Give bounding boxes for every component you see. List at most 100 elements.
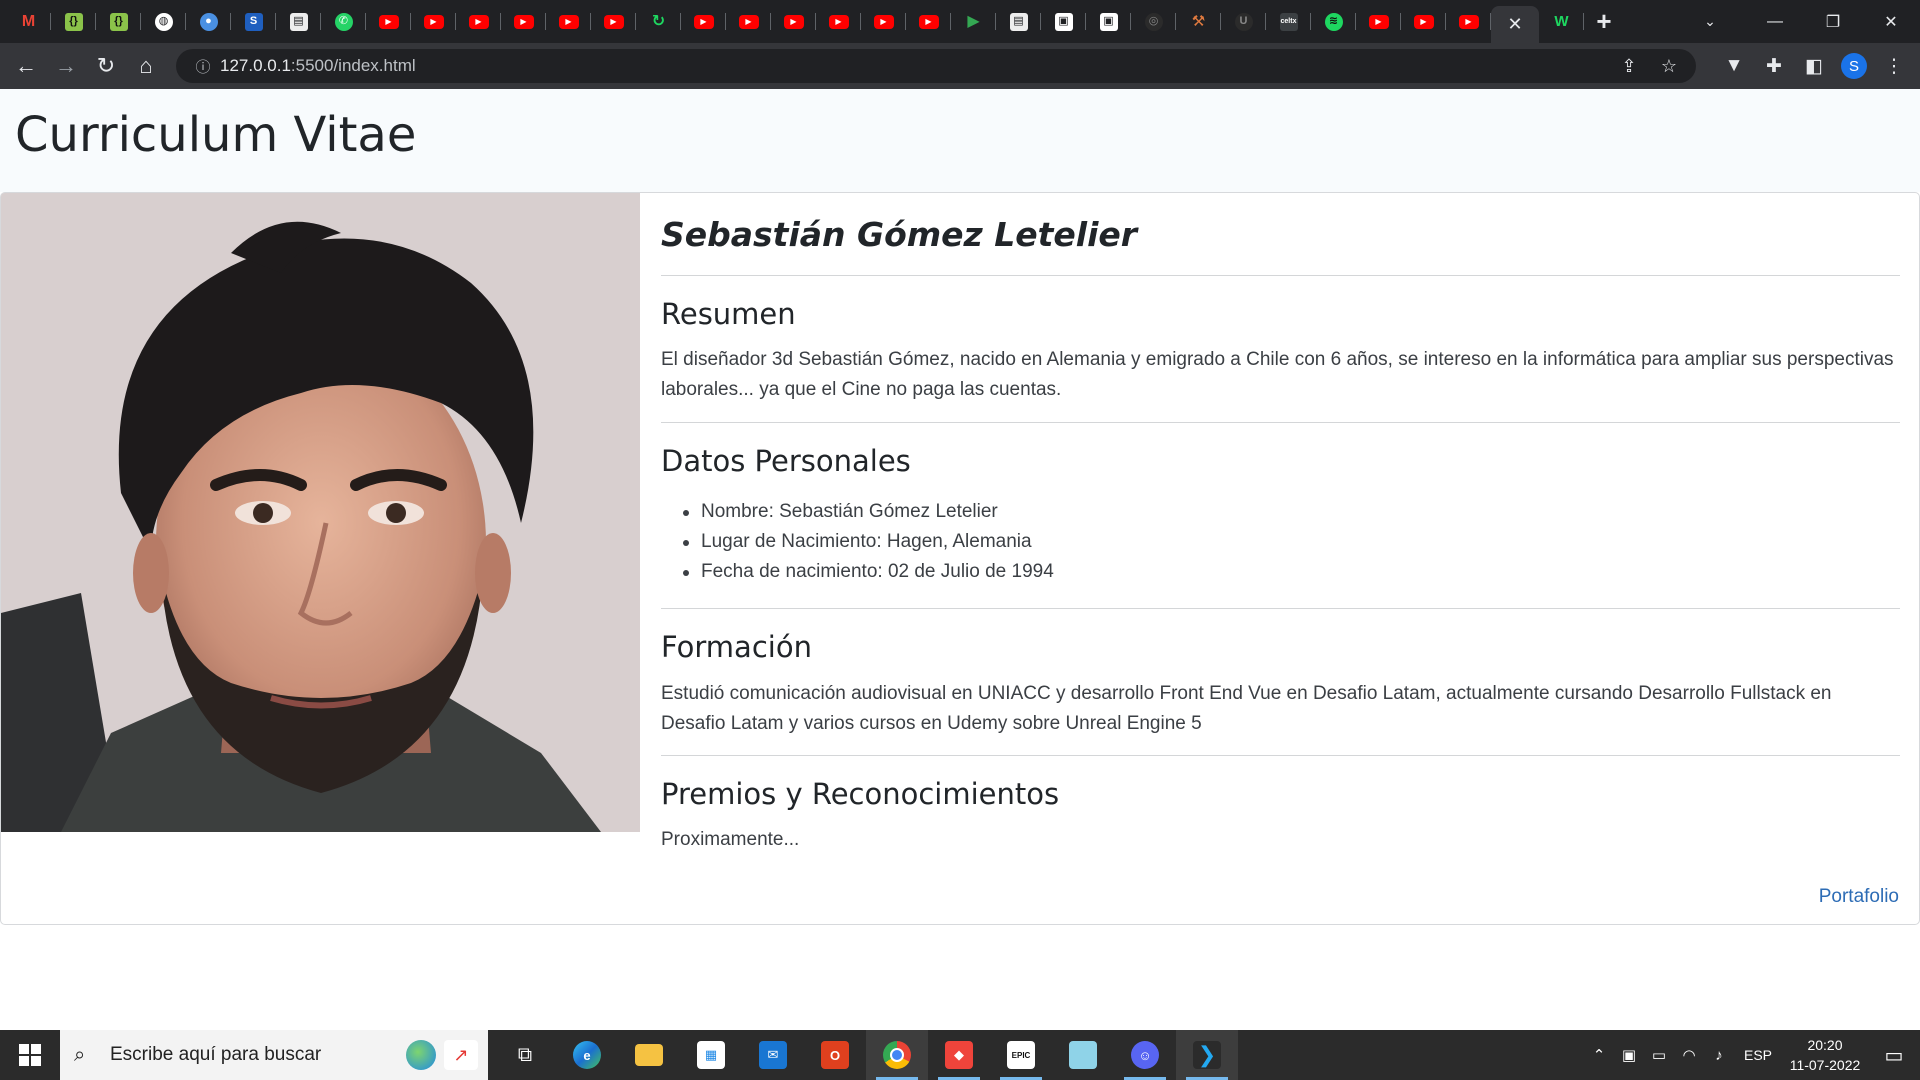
divider — [661, 608, 1900, 609]
tab-w-app[interactable]: W — [1539, 0, 1584, 43]
tab-youtube-15[interactable]: ▶ — [1446, 0, 1491, 43]
tab-play-store[interactable]: ▶ — [951, 0, 996, 43]
start-button[interactable] — [0, 1030, 60, 1080]
tab-youtube-11[interactable]: ▶ — [861, 0, 906, 43]
restore-icon[interactable]: ❐ — [1804, 0, 1862, 43]
youtube-icon: ▶ — [558, 14, 579, 29]
chevron-up-icon[interactable]: ⌃ — [1584, 1046, 1614, 1064]
tab-celtx[interactable]: celtx — [1266, 0, 1311, 43]
notifications-icon[interactable]: ▭ — [1868, 1043, 1920, 1068]
tab-youtube-14[interactable]: ▶ — [1401, 0, 1446, 43]
tab-green-app[interactable]: ↻ — [636, 0, 681, 43]
mail-icon: ✉ — [759, 1041, 787, 1069]
tab-doc-white[interactable]: ▤ — [276, 0, 321, 43]
tab-youtube-8[interactable]: ▶ — [726, 0, 771, 43]
extensions-puzzle-icon[interactable]: ✚ — [1754, 46, 1794, 86]
device-icon[interactable]: ▣ — [1614, 1046, 1644, 1064]
tab-youtube-13[interactable]: ▶ — [1356, 0, 1401, 43]
address-bar[interactable]: ⓘ 127.0.0.1:5500/index.html ⇪ ☆ — [176, 49, 1696, 83]
volume-icon[interactable]: ♪ — [1704, 1047, 1734, 1064]
taskbar-office[interactable]: O — [804, 1030, 866, 1080]
clock[interactable]: 20:20 11-07-2022 — [1782, 1035, 1868, 1075]
tab-youtube-9[interactable]: ▶ — [771, 0, 816, 43]
language-indicator[interactable]: ESP — [1734, 1047, 1782, 1063]
taskbar-vscode[interactable]: ❯ — [1176, 1030, 1238, 1080]
tab-youtube-4[interactable]: ▶ — [501, 0, 546, 43]
tab-json-1[interactable]: {} — [51, 0, 96, 43]
json-icon: {} — [64, 12, 83, 31]
tab-gmail[interactable]: M — [6, 0, 51, 43]
tab-youtube-7[interactable]: ▶ — [681, 0, 726, 43]
list-item: Fecha de nacimiento: 02 de Julio de 1994 — [683, 557, 1054, 587]
bookmark-star-icon[interactable]: ☆ — [1652, 56, 1686, 77]
profile-button[interactable]: S — [1834, 46, 1874, 86]
back-arrow-icon[interactable]: ← — [6, 46, 46, 86]
tab-close-icon[interactable]: ✕ — [1507, 14, 1522, 35]
task-view-button[interactable]: ⧉ — [494, 1030, 556, 1080]
tab-tools[interactable]: ⚒ — [1176, 0, 1221, 43]
taskbar-anydesk[interactable]: ◆ — [928, 1030, 990, 1080]
youtube-icon: ▶ — [1458, 14, 1479, 29]
battery-icon[interactable]: ▭ — [1644, 1046, 1674, 1064]
taskbar-store[interactable]: ▦ — [680, 1030, 742, 1080]
share-icon[interactable]: ⇪ — [1612, 56, 1646, 77]
tools-icon: ⚒ — [1191, 13, 1206, 30]
tab-search-chevron-icon[interactable]: ⌄ — [1690, 0, 1730, 43]
store-icon: ▦ — [697, 1041, 725, 1069]
window-controls: — ❐ ✕ — [1746, 0, 1920, 43]
tab-youtube-5[interactable]: ▶ — [546, 0, 591, 43]
youtube-icon: ▶ — [783, 14, 804, 29]
reload-icon[interactable]: ↻ — [86, 46, 126, 86]
edge-icon: e — [573, 1041, 601, 1069]
awards-text: Proximamente... — [661, 829, 800, 850]
notion-icon: ▣ — [1099, 12, 1118, 31]
tab-youtube-6[interactable]: ▶ — [591, 0, 636, 43]
taskbar-chrome[interactable] — [866, 1030, 928, 1080]
taskbar-discord[interactable]: ☺ — [1114, 1030, 1176, 1080]
tab-notion-2[interactable]: ▣ — [1086, 0, 1131, 43]
windows-logo-icon — [19, 1044, 41, 1066]
tab-json-2[interactable]: {} — [96, 0, 141, 43]
taskbar-epic-games[interactable]: EPIC — [990, 1030, 1052, 1080]
taskbar-file-explorer[interactable] — [618, 1030, 680, 1080]
tab-github[interactable]: ◎ — [1131, 0, 1176, 43]
taskbar-app-glass[interactable] — [1052, 1030, 1114, 1080]
tab-notion-1[interactable]: ▣ — [1041, 0, 1086, 43]
tab-youtube-1[interactable]: ▶ — [366, 0, 411, 43]
taskbar-search[interactable]: ⌕ Escribe aquí para buscar ↗ — [60, 1030, 488, 1080]
tab-spotify[interactable]: ≋ — [1311, 0, 1356, 43]
tab-youtube-10[interactable]: ▶ — [816, 0, 861, 43]
tab-globe[interactable]: ◍ — [141, 0, 186, 43]
menu-dots-icon[interactable]: ⋮ — [1874, 46, 1914, 86]
wifi-icon[interactable]: ◠ — [1674, 1046, 1704, 1064]
globe-icon: ◍ — [154, 12, 173, 31]
anydesk-icon: ◆ — [945, 1041, 973, 1069]
tab-app-blue[interactable]: ● — [186, 0, 231, 43]
youtube-icon: ▶ — [1413, 14, 1434, 29]
awards-heading: Premios y Reconocimientos — [661, 777, 1060, 811]
tab-s-app[interactable]: S — [231, 0, 276, 43]
close-window-icon[interactable]: ✕ — [1862, 0, 1920, 43]
play-store-icon: ▶ — [967, 12, 980, 30]
side-panel-icon[interactable]: ◧ — [1794, 46, 1834, 86]
tab-youtube-12[interactable]: ▶ — [906, 0, 951, 43]
forward-arrow-icon[interactable]: → — [46, 46, 86, 86]
site-info-icon[interactable]: ⓘ — [186, 56, 220, 77]
vue-devtools-icon[interactable]: ▼ — [1714, 46, 1754, 86]
home-icon[interactable]: ⌂ — [126, 46, 166, 86]
browser-toolbar: ← → ↻ ⌂ ⓘ 127.0.0.1:5500/index.html ⇪ ☆ … — [0, 43, 1920, 89]
new-tab-button[interactable]: + — [1584, 0, 1624, 43]
tab-youtube-2[interactable]: ▶ — [411, 0, 456, 43]
gmail-icon: M — [21, 12, 36, 30]
tab-youtube-3[interactable]: ▶ — [456, 0, 501, 43]
url-text[interactable]: 127.0.0.1:5500/index.html — [220, 56, 416, 76]
tab-whatsapp[interactable]: ✆ — [321, 0, 366, 43]
tab-doc-2[interactable]: ▤ — [996, 0, 1041, 43]
minimize-icon[interactable]: — — [1746, 0, 1804, 43]
taskbar-edge[interactable]: e — [556, 1030, 618, 1080]
tab-unreal[interactable]: U — [1221, 0, 1266, 43]
cv-card: Sebastián Gómez Letelier Resumen El dise… — [0, 192, 1920, 925]
taskbar-mail[interactable]: ✉ — [742, 1030, 804, 1080]
tab-active[interactable]: ✕ — [1491, 6, 1539, 43]
portfolio-link[interactable]: Portafolio — [1819, 886, 1899, 908]
